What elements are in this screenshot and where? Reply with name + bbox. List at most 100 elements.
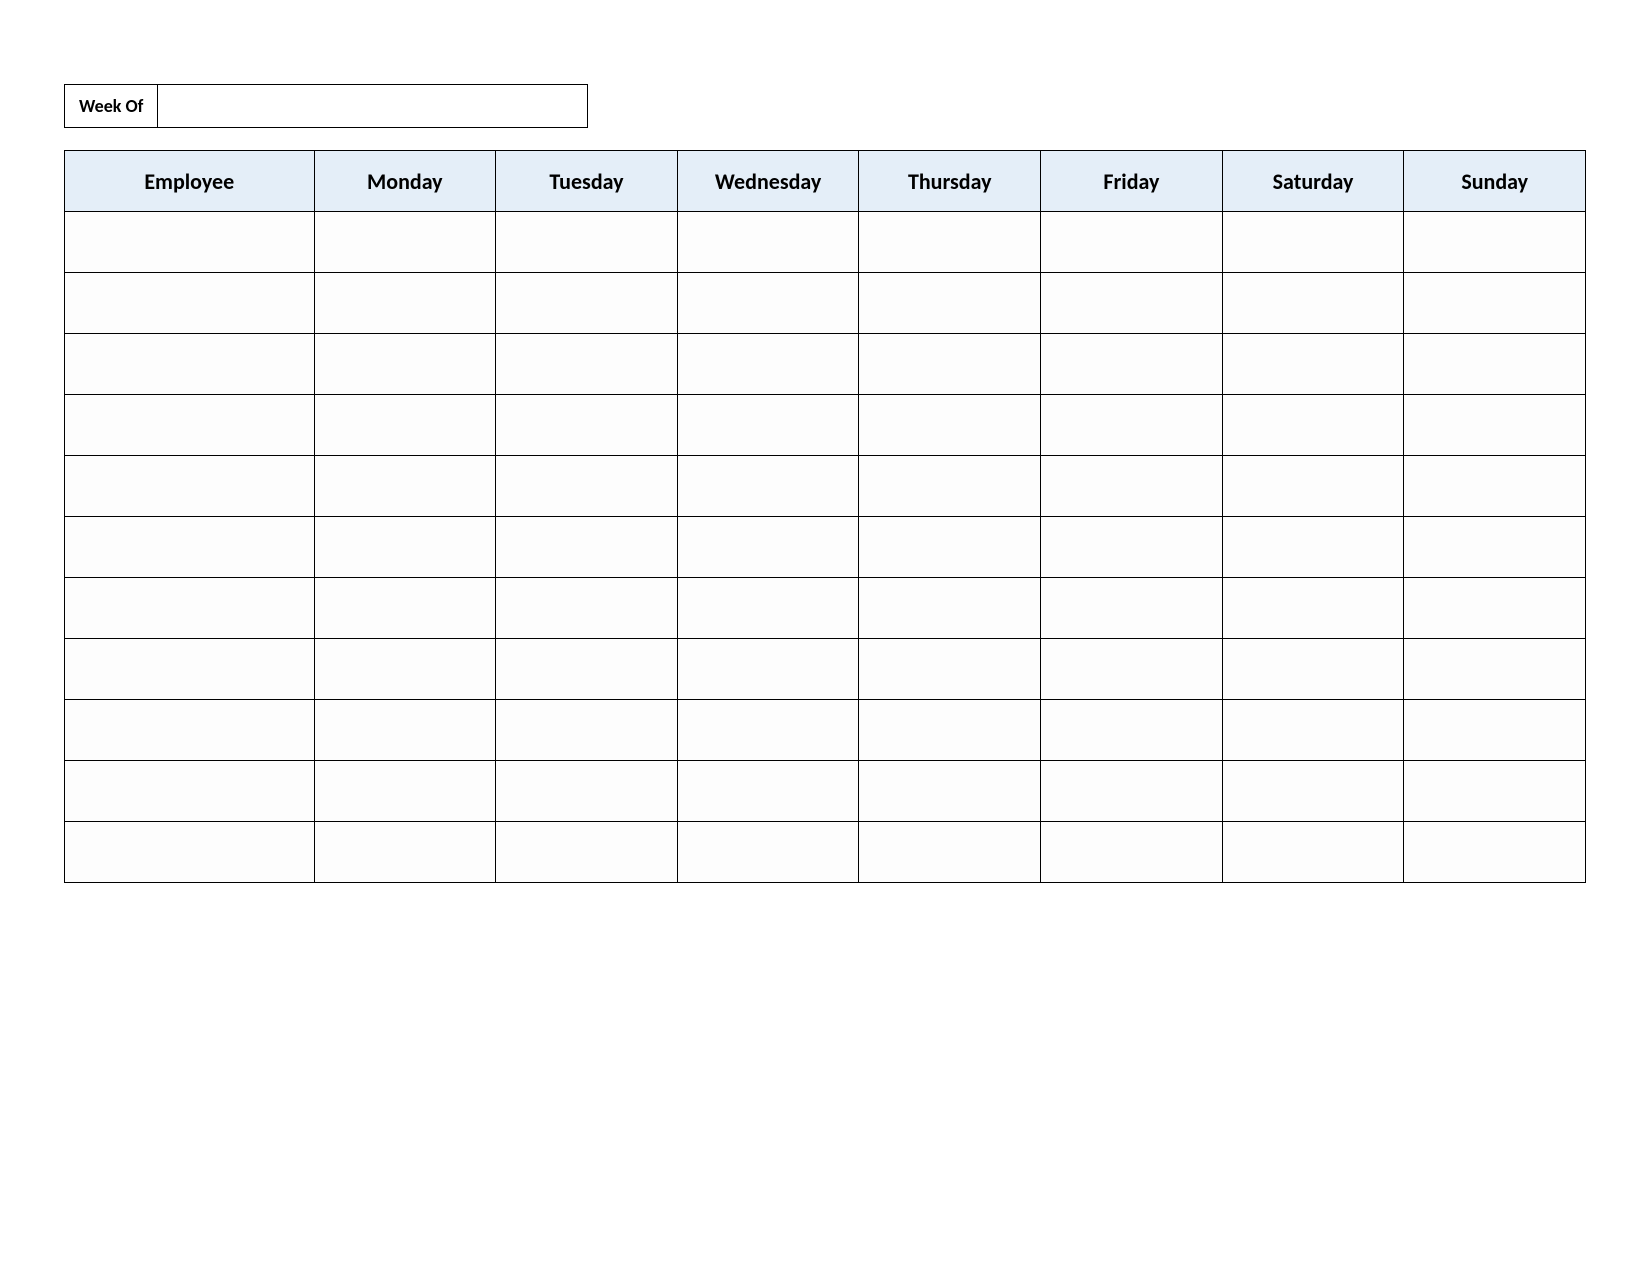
day-cell[interactable]	[859, 517, 1041, 578]
schedule-body	[65, 212, 1586, 883]
col-friday: Friday	[1041, 151, 1223, 212]
day-cell[interactable]	[677, 639, 859, 700]
day-cell[interactable]	[1404, 334, 1586, 395]
table-row	[65, 517, 1586, 578]
employee-cell[interactable]	[65, 761, 315, 822]
day-cell[interactable]	[314, 456, 496, 517]
day-cell[interactable]	[1404, 456, 1586, 517]
day-cell[interactable]	[496, 395, 678, 456]
day-cell[interactable]	[859, 212, 1041, 273]
day-cell[interactable]	[1222, 334, 1404, 395]
employee-cell[interactable]	[65, 517, 315, 578]
day-cell[interactable]	[859, 822, 1041, 883]
employee-cell[interactable]	[65, 334, 315, 395]
day-cell[interactable]	[1222, 822, 1404, 883]
day-cell[interactable]	[1404, 517, 1586, 578]
day-cell[interactable]	[859, 456, 1041, 517]
col-monday: Monday	[314, 151, 496, 212]
day-cell[interactable]	[1041, 334, 1223, 395]
day-cell[interactable]	[1222, 456, 1404, 517]
day-cell[interactable]	[496, 700, 678, 761]
day-cell[interactable]	[859, 761, 1041, 822]
day-cell[interactable]	[1222, 578, 1404, 639]
day-cell[interactable]	[1041, 517, 1223, 578]
day-cell[interactable]	[1041, 395, 1223, 456]
day-cell[interactable]	[677, 212, 859, 273]
day-cell[interactable]	[1404, 700, 1586, 761]
day-cell[interactable]	[1404, 395, 1586, 456]
day-cell[interactable]	[314, 517, 496, 578]
day-cell[interactable]	[496, 517, 678, 578]
employee-cell[interactable]	[65, 700, 315, 761]
day-cell[interactable]	[1222, 639, 1404, 700]
week-of-group: Week Of	[64, 84, 1586, 128]
day-cell[interactable]	[496, 212, 678, 273]
employee-cell[interactable]	[65, 395, 315, 456]
day-cell[interactable]	[1041, 700, 1223, 761]
day-cell[interactable]	[496, 639, 678, 700]
day-cell[interactable]	[859, 273, 1041, 334]
day-cell[interactable]	[859, 334, 1041, 395]
week-of-input[interactable]	[158, 84, 588, 128]
day-cell[interactable]	[496, 273, 678, 334]
header-row: Employee Monday Tuesday Wednesday Thursd…	[65, 151, 1586, 212]
day-cell[interactable]	[314, 578, 496, 639]
day-cell[interactable]	[1041, 822, 1223, 883]
day-cell[interactable]	[1041, 456, 1223, 517]
employee-cell[interactable]	[65, 212, 315, 273]
day-cell[interactable]	[496, 822, 678, 883]
day-cell[interactable]	[1222, 212, 1404, 273]
day-cell[interactable]	[314, 639, 496, 700]
table-row	[65, 761, 1586, 822]
day-cell[interactable]	[859, 395, 1041, 456]
day-cell[interactable]	[677, 273, 859, 334]
day-cell[interactable]	[314, 761, 496, 822]
day-cell[interactable]	[677, 517, 859, 578]
day-cell[interactable]	[314, 273, 496, 334]
employee-cell[interactable]	[65, 456, 315, 517]
day-cell[interactable]	[1404, 639, 1586, 700]
day-cell[interactable]	[1404, 761, 1586, 822]
day-cell[interactable]	[677, 578, 859, 639]
day-cell[interactable]	[1222, 700, 1404, 761]
day-cell[interactable]	[496, 456, 678, 517]
day-cell[interactable]	[1222, 273, 1404, 334]
day-cell[interactable]	[677, 395, 859, 456]
employee-cell[interactable]	[65, 273, 315, 334]
day-cell[interactable]	[1041, 273, 1223, 334]
day-cell[interactable]	[1041, 212, 1223, 273]
employee-cell[interactable]	[65, 578, 315, 639]
day-cell[interactable]	[1222, 761, 1404, 822]
day-cell[interactable]	[496, 578, 678, 639]
day-cell[interactable]	[1404, 273, 1586, 334]
schedule-page: Week Of Employee Monday Tuesday Wednesda…	[0, 0, 1650, 883]
day-cell[interactable]	[314, 700, 496, 761]
day-cell[interactable]	[859, 639, 1041, 700]
day-cell[interactable]	[677, 700, 859, 761]
day-cell[interactable]	[1404, 822, 1586, 883]
day-cell[interactable]	[677, 822, 859, 883]
table-row	[65, 822, 1586, 883]
day-cell[interactable]	[1041, 639, 1223, 700]
day-cell[interactable]	[677, 334, 859, 395]
day-cell[interactable]	[1041, 578, 1223, 639]
day-cell[interactable]	[859, 578, 1041, 639]
day-cell[interactable]	[1404, 212, 1586, 273]
day-cell[interactable]	[1222, 517, 1404, 578]
day-cell[interactable]	[1404, 578, 1586, 639]
day-cell[interactable]	[677, 456, 859, 517]
employee-cell[interactable]	[65, 639, 315, 700]
day-cell[interactable]	[314, 395, 496, 456]
day-cell[interactable]	[314, 212, 496, 273]
employee-cell[interactable]	[65, 822, 315, 883]
day-cell[interactable]	[1041, 761, 1223, 822]
day-cell[interactable]	[1222, 395, 1404, 456]
day-cell[interactable]	[496, 334, 678, 395]
day-cell[interactable]	[496, 761, 678, 822]
day-cell[interactable]	[314, 822, 496, 883]
day-cell[interactable]	[859, 700, 1041, 761]
col-employee: Employee	[65, 151, 315, 212]
day-cell[interactable]	[677, 761, 859, 822]
table-row	[65, 700, 1586, 761]
day-cell[interactable]	[314, 334, 496, 395]
